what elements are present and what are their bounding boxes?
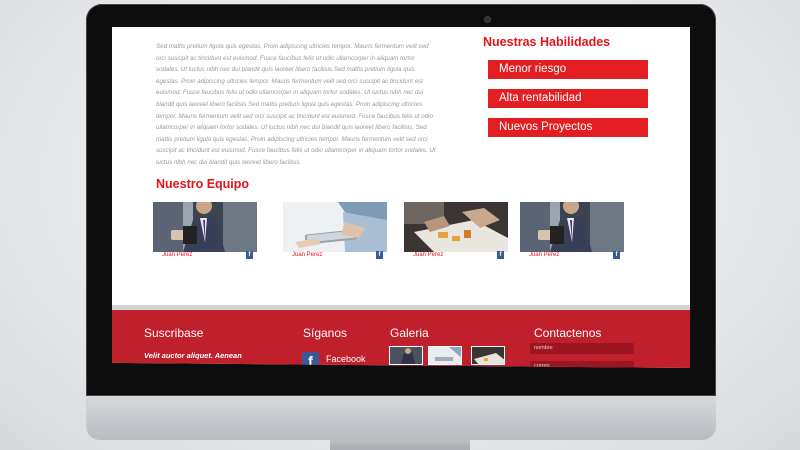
gallery-thumbnail[interactable] [471, 346, 505, 365]
contact-title: Contactenos [534, 326, 602, 340]
facebook-icon[interactable]: f [376, 251, 383, 259]
subscribe-title: Suscribase [144, 326, 204, 340]
team-member-photo [283, 202, 387, 252]
facebook-link[interactable]: Facebook [326, 354, 366, 364]
team-member-name: Juan Perez [292, 252, 323, 258]
footer: Suscribase Velit auctor aliquet. Aenean … [112, 310, 690, 368]
team-member-photo [404, 202, 508, 252]
intro-paragraph: Sed mattis pretium ligula quis egestas. … [156, 43, 436, 166]
team-title: Nuestro Equipo [156, 177, 250, 191]
team-member-card[interactable]: Juan Perez f [283, 202, 387, 260]
team-member-card[interactable]: Juan Perez f [153, 202, 257, 260]
team-member-card[interactable]: Juan Perez f [520, 202, 624, 260]
facebook-icon[interactable]: f [613, 251, 620, 259]
skills-title: Nuestras Habilidades [483, 35, 611, 49]
team-member-name: Juan Perez [529, 252, 560, 258]
team-member-card[interactable]: Juan Perez f [404, 202, 508, 260]
skill-button-alta-rentabilidad[interactable]: Alta rentabilidad [488, 89, 648, 108]
name-input[interactable]: nombre [530, 343, 634, 354]
team-member-name: Juan Perez [413, 252, 444, 258]
website-screen: Sed mattis pretium ligula quis egestas. … [112, 27, 690, 368]
monitor-stand [330, 440, 470, 450]
monitor-chin [86, 396, 716, 440]
team-member-photo [520, 202, 624, 252]
follow-title: Síganos [303, 326, 348, 340]
facebook-icon[interactable]: f [497, 251, 504, 259]
gallery-thumbnail[interactable] [428, 346, 462, 365]
team-member-photo [153, 202, 257, 252]
webcam-icon [484, 16, 491, 23]
skill-button-menor-riesgo[interactable]: Menor riesgo [488, 60, 648, 79]
skill-button-nuevos-proyectos[interactable]: Nuevos Proyectos [488, 118, 648, 137]
gallery-thumbnail[interactable] [389, 346, 423, 365]
facebook-icon[interactable]: f [246, 251, 253, 259]
team-member-name: Juan Perez [162, 252, 193, 258]
gallery-title: Galeria [390, 326, 429, 340]
